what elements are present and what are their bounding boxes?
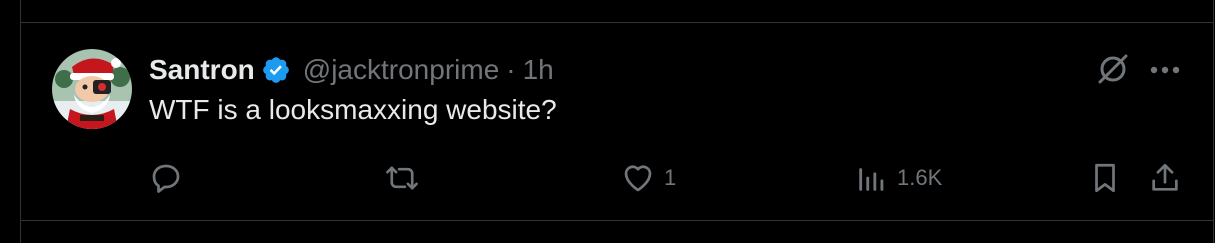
repost-icon (383, 160, 421, 196)
left-border (20, 0, 21, 243)
reply-icon (148, 160, 184, 196)
heart-icon (620, 160, 656, 196)
author-handle[interactable]: @jacktronprime (303, 54, 499, 86)
bookmark-button[interactable] (1088, 158, 1122, 198)
bottom-divider (20, 220, 1214, 221)
tweet-header: Santron @jacktronprime · 1h (149, 52, 554, 88)
share-icon (1148, 160, 1182, 196)
grok-icon[interactable] (1093, 49, 1133, 89)
author-name[interactable]: Santron (149, 54, 255, 86)
tweet-text: WTF is a looksmaxxing website? (149, 94, 557, 125)
tweet-time[interactable]: 1h (523, 54, 554, 86)
top-divider (20, 22, 1214, 23)
share-button[interactable] (1148, 158, 1182, 198)
views-count: 1.6K (897, 165, 943, 190)
right-border (1213, 0, 1214, 243)
bookmark-icon (1088, 160, 1122, 196)
verified-badge-icon (261, 55, 291, 85)
repost-button[interactable] (383, 158, 429, 198)
views-icon (855, 160, 889, 196)
like-count: 1 (664, 165, 677, 190)
header-separator: · (506, 54, 516, 85)
reply-button[interactable] (148, 158, 192, 198)
more-icon[interactable] (1147, 52, 1183, 88)
like-button[interactable]: 1 (620, 158, 676, 198)
avatar[interactable] (52, 49, 132, 129)
views-button[interactable]: 1.6K (855, 158, 942, 198)
